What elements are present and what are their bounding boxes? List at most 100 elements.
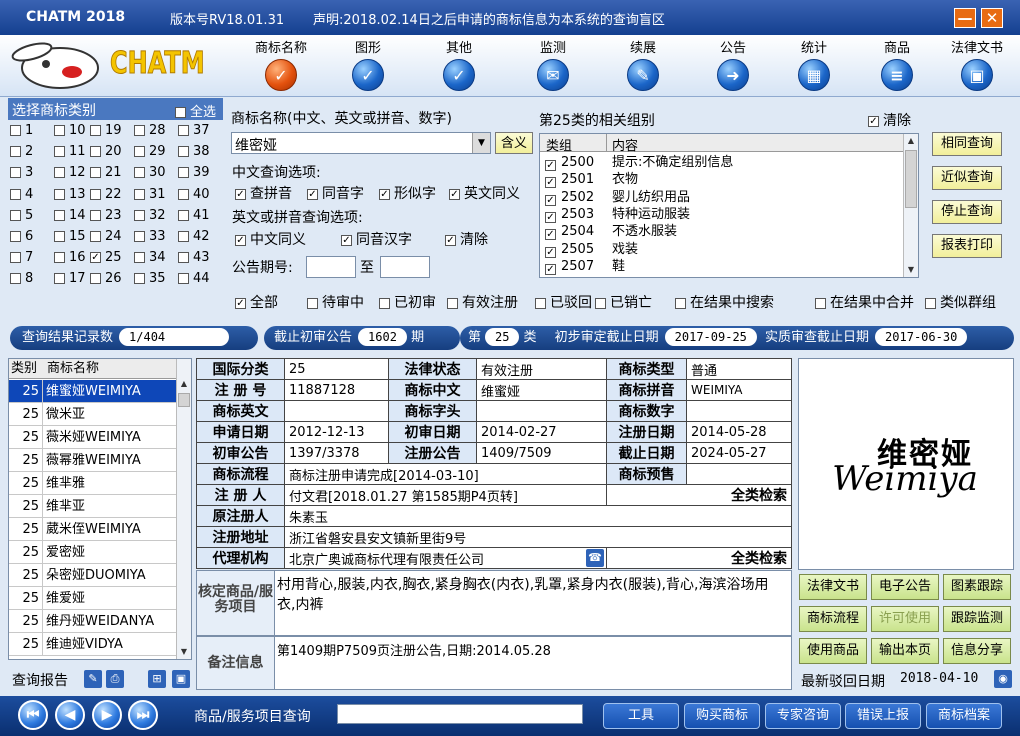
result-row[interactable]: 25 维芈亚 bbox=[9, 495, 177, 518]
category-checkbox[interactable]: 19 bbox=[90, 122, 122, 140]
category-checkbox[interactable]: 11 bbox=[54, 143, 86, 161]
category-checkbox[interactable]: 12 bbox=[54, 164, 86, 182]
nav-7[interactable]: 统计 ▦ bbox=[779, 37, 849, 91]
nav-1[interactable]: 商标名称 ✓ bbox=[246, 37, 316, 91]
filter-checkbox[interactable]: 待审中 bbox=[307, 292, 364, 312]
category-checkbox[interactable]: 24 bbox=[90, 228, 122, 246]
option-checkbox[interactable]: ✓ 形似字 bbox=[379, 183, 436, 203]
dropdown-arrow-icon[interactable]: ▼ bbox=[472, 133, 490, 153]
results-list[interactable]: 类别 商标名称 25 维蜜娅WEIMIYA 25 微米亚 25 薇米娅WEIMIYA 25 薇… bbox=[8, 358, 192, 660]
category-checkbox[interactable]: 10 bbox=[54, 122, 86, 140]
next-page-icon[interactable]: ▶ bbox=[92, 700, 122, 730]
last-page-icon[interactable]: ⏭ bbox=[128, 700, 158, 730]
results-scrollbar[interactable]: ▲ ▼ bbox=[176, 359, 191, 659]
action-button-3[interactable]: 停止查询 bbox=[932, 200, 1002, 224]
category-checkbox[interactable]: 5 bbox=[10, 207, 33, 225]
group-row[interactable]: ✓ 2507 鞋 bbox=[540, 258, 905, 275]
side-button-1[interactable]: 法律文书 bbox=[799, 574, 867, 600]
side-button-7[interactable]: 使用商品 bbox=[799, 638, 867, 664]
edit-icon[interactable]: ✎ bbox=[84, 670, 102, 688]
search-all-link[interactable]: 全类检索 bbox=[606, 484, 792, 506]
result-row[interactable]: 25 朵密娅DUOMIYA bbox=[9, 564, 177, 587]
goods-query-input[interactable] bbox=[337, 704, 583, 724]
filter-checkbox[interactable]: 已销亡 bbox=[595, 292, 652, 312]
nav-icon[interactable]: ▦ bbox=[798, 59, 830, 91]
groups-list[interactable]: 类组 内容 ✓ 2500 提示:不确定组别信息 ✓ 2501 衣物 ✓ 2502 婴儿纺织用品 ✓… bbox=[539, 133, 919, 278]
result-row[interactable]: 25 维蜜娅WEIMIYA bbox=[9, 380, 177, 403]
select-all-checkbox[interactable]: 全选 bbox=[175, 101, 216, 120]
category-checkbox[interactable]: 38 bbox=[178, 143, 210, 161]
side-button-3[interactable]: 图素跟踪 bbox=[943, 574, 1011, 600]
category-checkbox[interactable]: 43 bbox=[178, 249, 210, 267]
group-row[interactable]: ✓ 2505 戏装 bbox=[540, 241, 905, 258]
category-checkbox[interactable]: 20 bbox=[90, 143, 122, 161]
category-checkbox[interactable]: 35 bbox=[134, 270, 166, 288]
category-checkbox[interactable]: 28 bbox=[134, 122, 166, 140]
search-all-agent-link[interactable]: 全类检索 bbox=[606, 547, 792, 569]
category-checkbox[interactable]: 34 bbox=[134, 249, 166, 267]
groups-clear-checkbox[interactable]: ✓ 清除 bbox=[868, 110, 911, 130]
result-row[interactable]: 25 爱密娅 bbox=[9, 541, 177, 564]
category-checkbox[interactable]: 23 bbox=[90, 207, 122, 225]
group-row[interactable]: ✓ 2500 提示:不确定组别信息 bbox=[540, 154, 905, 171]
result-row[interactable]: 25 薇米娅WEIMIYA bbox=[9, 426, 177, 449]
category-checkbox[interactable]: 32 bbox=[134, 207, 166, 225]
result-row[interactable]: 25 维芈雅 bbox=[9, 472, 177, 495]
nav-icon[interactable]: ✓ bbox=[265, 59, 297, 91]
category-checkbox[interactable]: 13 bbox=[54, 186, 86, 204]
side-button-6[interactable]: 跟踪监测 bbox=[943, 606, 1011, 632]
category-checkbox[interactable]: 33 bbox=[134, 228, 166, 246]
nav-3[interactable]: 其他 ✓ bbox=[424, 37, 494, 91]
category-checkbox[interactable]: 30 bbox=[134, 164, 166, 182]
category-checkbox[interactable]: 37 bbox=[178, 122, 210, 140]
filter-checkbox[interactable]: 在结果中合并 bbox=[815, 292, 914, 312]
filter-checkbox[interactable]: 有效注册 bbox=[447, 292, 518, 312]
cart-icon[interactable]: ⊞ bbox=[148, 670, 166, 688]
nav-icon[interactable]: ▣ bbox=[961, 59, 993, 91]
category-checkbox[interactable]: 16 bbox=[54, 249, 86, 267]
minimize-button[interactable]: — bbox=[954, 8, 976, 28]
bottom-button-5[interactable]: 商标档案 bbox=[926, 703, 1002, 729]
category-checkbox[interactable]: 3 bbox=[10, 164, 33, 182]
option-checkbox[interactable]: ✓ 英文同义 bbox=[449, 183, 520, 203]
category-checkbox[interactable]: 6 bbox=[10, 228, 33, 246]
side-button-5[interactable]: 许可使用 bbox=[871, 606, 939, 632]
category-checkbox[interactable]: 21 bbox=[90, 164, 122, 182]
window-icon[interactable]: ▣ bbox=[172, 670, 190, 688]
result-row[interactable]: 25 维爱娅 bbox=[9, 587, 177, 610]
side-button-4[interactable]: 商标流程 bbox=[799, 606, 867, 632]
filter-checkbox[interactable]: ✓ 全部 bbox=[235, 292, 278, 312]
prev-page-icon[interactable]: ◀ bbox=[55, 700, 85, 730]
nav-icon[interactable]: ✎ bbox=[627, 59, 659, 91]
action-button-2[interactable]: 近似查询 bbox=[932, 166, 1002, 190]
filter-checkbox[interactable]: 类似群组 bbox=[925, 292, 996, 312]
name-combobox[interactable]: 维密娅 ▼ bbox=[231, 132, 491, 154]
category-checkbox[interactable]: 22 bbox=[90, 186, 122, 204]
bottom-button-3[interactable]: 专家咨询 bbox=[765, 703, 841, 729]
nav-9[interactable]: 法律文书 ▣ bbox=[942, 37, 1012, 91]
category-checkbox[interactable]: 14 bbox=[54, 207, 86, 225]
name-input[interactable]: 维密娅 bbox=[235, 135, 277, 155]
category-checkbox[interactable]: 42 bbox=[178, 228, 210, 246]
bottom-button-4[interactable]: 错误上报 bbox=[845, 703, 921, 729]
side-button-2[interactable]: 电子公告 bbox=[871, 574, 939, 600]
period-to-input[interactable] bbox=[380, 256, 430, 278]
result-row[interactable]: 25 微米亚 bbox=[9, 403, 177, 426]
category-checkbox[interactable]: 17 bbox=[54, 270, 86, 288]
phone-icon[interactable]: ☎ bbox=[586, 549, 604, 567]
side-button-8[interactable]: 输出本页 bbox=[871, 638, 939, 664]
action-button-4[interactable]: 报表打印 bbox=[932, 234, 1002, 258]
nav-icon[interactable]: ✓ bbox=[443, 59, 475, 91]
side-button-9[interactable]: 信息分享 bbox=[943, 638, 1011, 664]
nav-2[interactable]: 图形 ✓ bbox=[333, 37, 403, 91]
group-row[interactable]: ✓ 2501 衣物 bbox=[540, 171, 905, 189]
category-checkbox[interactable]: 1 bbox=[10, 122, 33, 140]
filter-checkbox[interactable]: 在结果中搜索 bbox=[675, 292, 774, 312]
category-checkbox[interactable]: 2 bbox=[10, 143, 33, 161]
option-checkbox[interactable]: ✓ 清除 bbox=[445, 229, 488, 249]
groups-scrollbar[interactable]: ▲ ▼ bbox=[903, 134, 918, 277]
nav-6[interactable]: 公告 ➜ bbox=[698, 37, 768, 91]
meaning-button[interactable]: 含义 bbox=[495, 132, 533, 154]
first-page-icon[interactable]: ⏮ bbox=[18, 700, 48, 730]
category-checkbox[interactable]: 4 bbox=[10, 186, 33, 204]
